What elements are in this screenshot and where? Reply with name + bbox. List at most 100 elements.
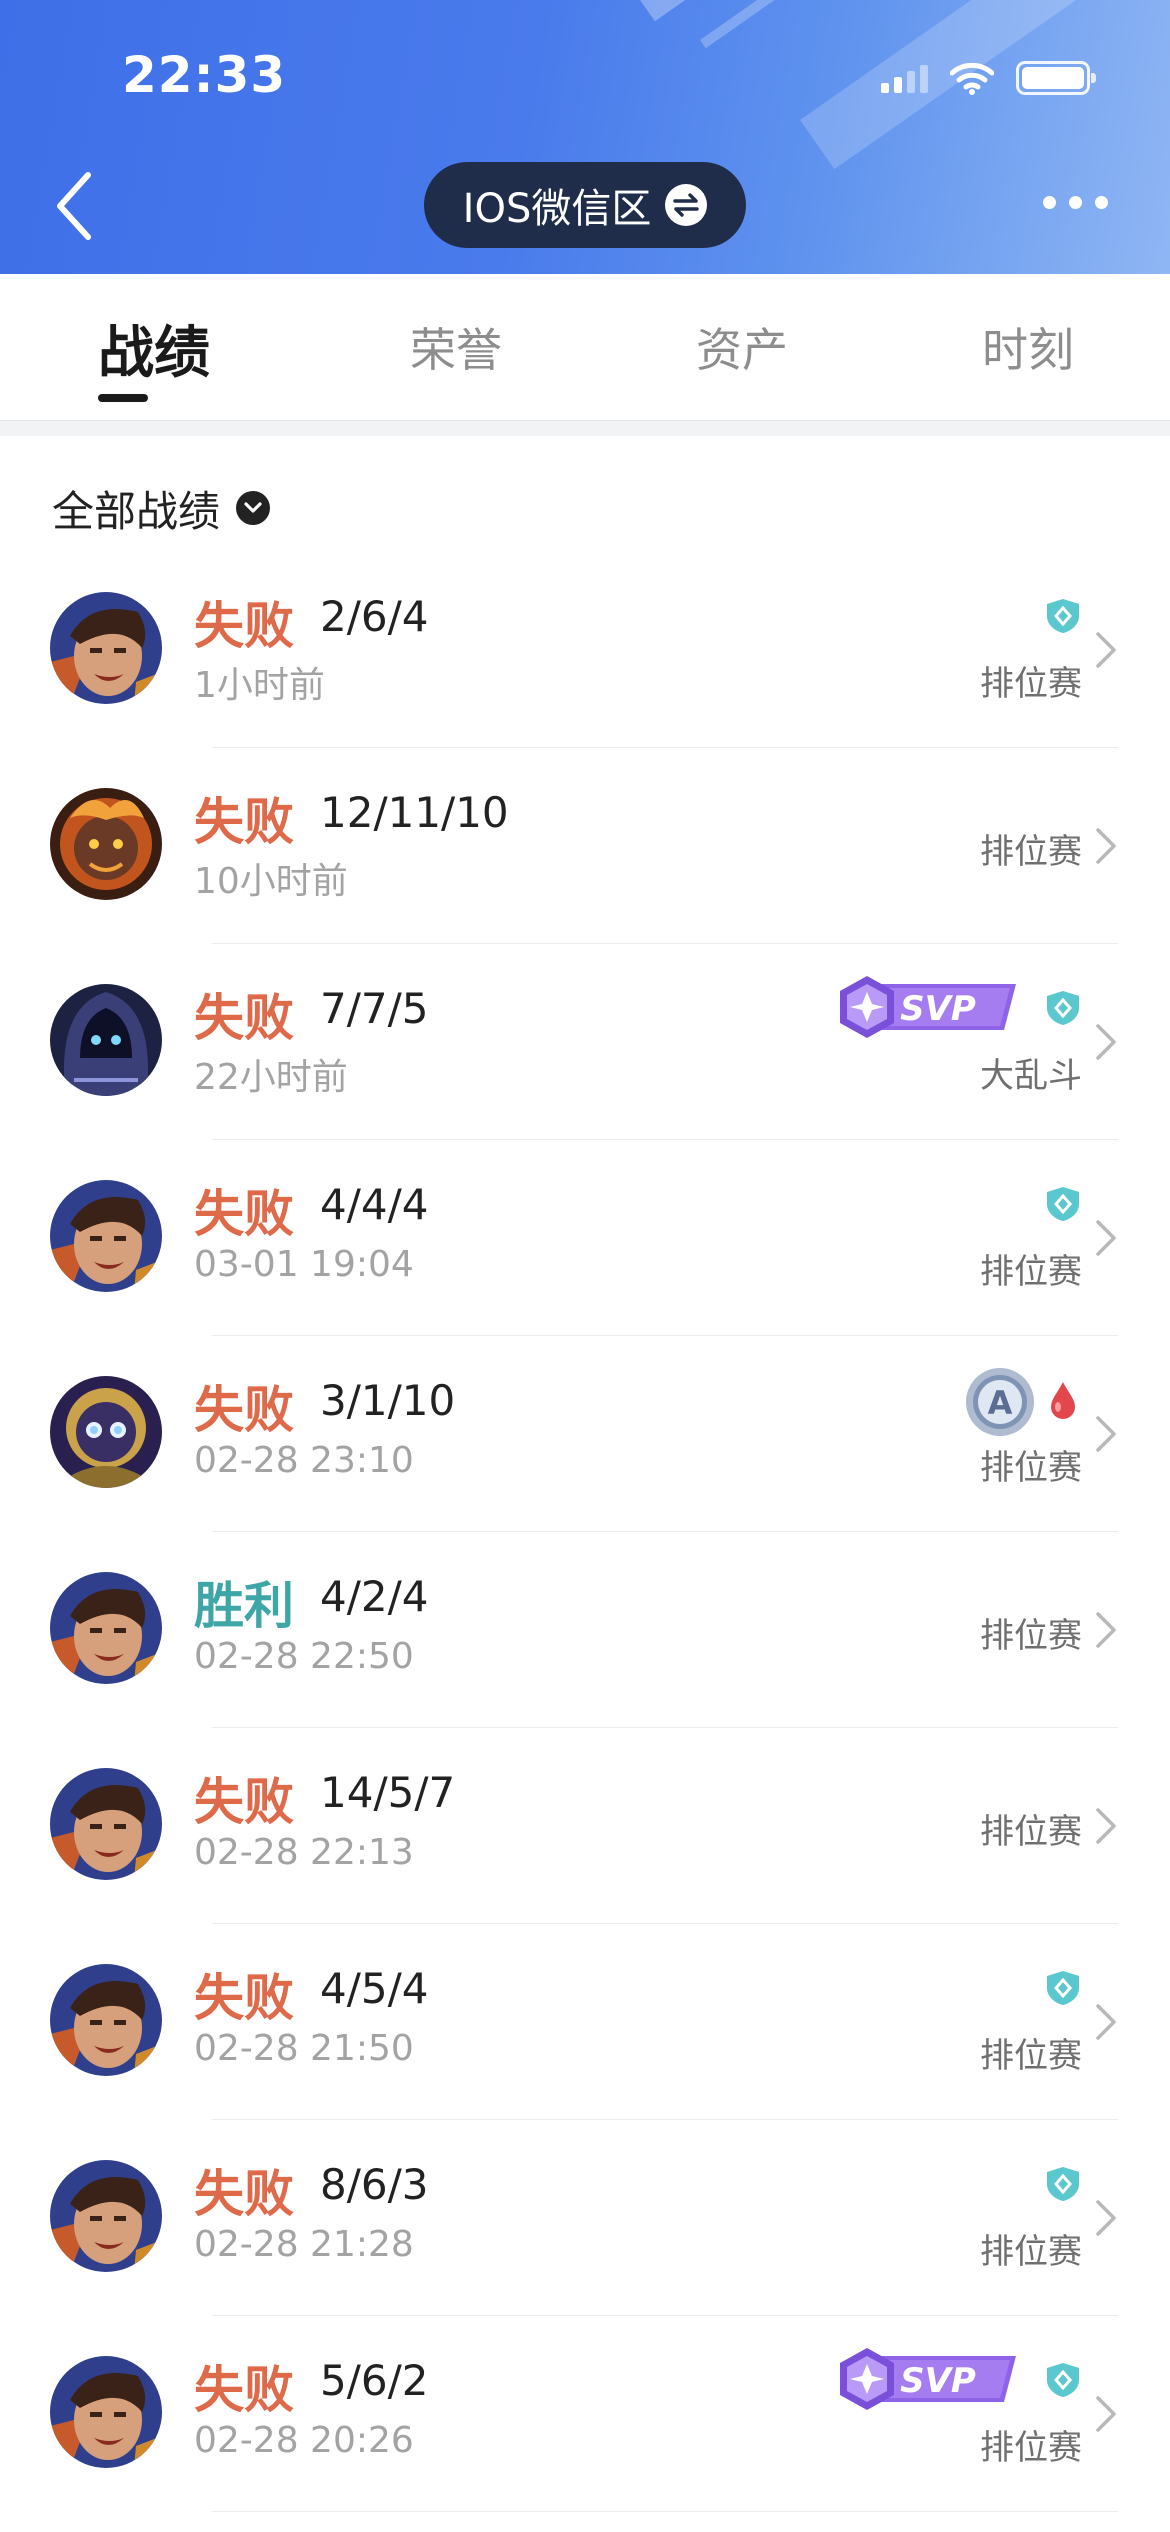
match-time: 02-28 22:13	[194, 1832, 414, 1873]
battery-icon	[1016, 61, 1096, 95]
match-kda: 2/6/4	[320, 592, 429, 641]
filter-label: 全部战绩	[52, 486, 221, 536]
section-divider	[0, 420, 1170, 436]
shield-badge-icon	[1046, 1186, 1080, 1222]
match-list: 失败 2/6/4 1小时前 排位赛 失败 12/11/10 10小时前 排位赛 失败 7/7/5 2…	[0, 552, 1170, 2512]
shield-badge-icon	[1046, 2166, 1080, 2202]
match-kda: 5/6/2	[320, 2356, 429, 2405]
match-result: 失败	[194, 597, 294, 655]
match-result: 胜利	[194, 1577, 294, 1635]
match-result: 失败	[194, 2361, 294, 2419]
match-mode: 排位赛	[980, 1252, 1082, 1292]
match-time: 03-01 19:04	[194, 1244, 414, 1285]
shield-badge-icon	[1046, 2362, 1080, 2398]
match-time: 02-28 23:10	[194, 1440, 414, 1481]
match-kda: 14/5/7	[320, 1768, 456, 1817]
top-header: 22:33 IOS微信区	[0, 0, 1170, 274]
match-mode: 排位赛	[980, 2428, 1082, 2468]
tab-moments[interactable]: 时刻	[982, 314, 1074, 380]
match-row[interactable]: 失败 4/5/4 02-28 21:50 排位赛	[0, 1924, 1170, 2120]
hero-warrior-icon	[50, 2160, 162, 2272]
match-row[interactable]: 失败 14/5/7 02-28 22:13 排位赛	[0, 1728, 1170, 1924]
record-filter-dropdown[interactable]: 全部战绩	[52, 476, 271, 540]
match-row[interactable]: 失败 8/6/3 02-28 21:28 排位赛	[0, 2120, 1170, 2316]
match-mode: 排位赛	[980, 2232, 1082, 2272]
match-kda: 12/11/10	[320, 788, 509, 837]
chevron-right-icon	[1092, 1218, 1120, 1258]
match-result: 失败	[194, 1773, 294, 1831]
a-rank-badge-icon: A	[964, 1366, 1036, 1438]
active-tab-indicator	[98, 394, 148, 402]
tab-honor[interactable]: 荣誉	[410, 314, 502, 380]
match-time: 02-28 22:50	[194, 1636, 414, 1677]
hero-warrior-icon	[50, 1964, 162, 2076]
match-time: 02-28 21:50	[194, 2028, 414, 2069]
back-button[interactable]	[44, 166, 104, 246]
dot	[1069, 196, 1082, 209]
svg-text:A: A	[988, 1384, 1013, 1422]
chevron-right-icon	[1092, 1806, 1120, 1846]
svp-badge-icon: SVP	[834, 974, 1016, 1040]
svp-badge-icon: SVP	[834, 2346, 1016, 2412]
match-result: 失败	[194, 1185, 294, 1243]
match-time: 22小时前	[194, 1057, 348, 1098]
match-mode: 排位赛	[980, 1616, 1082, 1656]
hero-warrior-icon	[50, 1768, 162, 1880]
match-row[interactable]: 失败 4/4/4 03-01 19:04 排位赛	[0, 1140, 1170, 1336]
chevron-right-icon	[1092, 1022, 1120, 1062]
match-row[interactable]: 失败 5/6/2 02-28 20:26 SVP 排位赛	[0, 2316, 1170, 2512]
chevron-right-icon	[1092, 630, 1120, 670]
hero-warrior-icon	[50, 592, 162, 704]
match-row[interactable]: 失败 3/1/10 02-28 23:10 A 排位赛	[0, 1336, 1170, 1532]
back-arrow-icon	[57, 172, 91, 240]
match-mode: 排位赛	[980, 1448, 1082, 1488]
match-row[interactable]: 失败 12/11/10 10小时前 排位赛	[0, 748, 1170, 944]
status-time: 22:33	[122, 46, 287, 104]
chevron-right-icon	[1092, 1610, 1120, 1650]
swap-icon	[665, 184, 708, 226]
match-row[interactable]: 胜利 4/2/4 02-28 22:50 排位赛	[0, 1532, 1170, 1728]
tab-assets[interactable]: 资产	[696, 314, 788, 380]
match-kda: 4/4/4	[320, 1180, 429, 1229]
chevron-right-icon	[1092, 2002, 1120, 2042]
shield-badge-icon	[1046, 1970, 1080, 2006]
match-mode: 大乱斗	[980, 1056, 1082, 1096]
more-options-button[interactable]	[1043, 196, 1108, 209]
shield-badge-icon	[1046, 990, 1080, 1026]
status-icons	[881, 58, 1096, 98]
tab-record[interactable]: 战绩	[98, 308, 210, 389]
match-result: 失败	[194, 2165, 294, 2223]
chevron-right-icon	[1092, 1414, 1120, 1454]
match-result: 失败	[194, 793, 294, 851]
dot	[1095, 196, 1108, 209]
match-mode: 排位赛	[980, 664, 1082, 704]
match-result: 失败	[194, 1381, 294, 1439]
match-row[interactable]: 失败 2/6/4 1小时前 排位赛	[0, 552, 1170, 748]
hero-warrior-icon	[50, 2356, 162, 2468]
row-divider	[212, 2511, 1118, 2512]
match-time: 10小时前	[194, 861, 348, 902]
signal-icon	[881, 63, 928, 93]
chevron-right-icon	[1092, 2394, 1120, 2434]
match-time: 1小时前	[194, 665, 325, 706]
tab-bar: 战绩 荣誉 资产 时刻	[0, 274, 1170, 420]
match-result: 失败	[194, 989, 294, 1047]
server-switch-button[interactable]: IOS微信区	[424, 162, 746, 248]
chevron-right-icon	[1092, 826, 1120, 866]
hero-flame-beast-icon	[50, 788, 162, 900]
svg-text:SVP: SVP	[900, 2361, 976, 2401]
match-kda: 4/2/4	[320, 1572, 429, 1621]
server-label: IOS微信区	[462, 186, 652, 232]
blood-drop-icon	[1048, 1380, 1078, 1420]
match-time: 02-28 20:26	[194, 2420, 414, 2461]
match-result: 失败	[194, 1969, 294, 2027]
match-row[interactable]: 失败 7/7/5 22小时前 SVP 大乱斗	[0, 944, 1170, 1140]
match-kda: 4/5/4	[320, 1964, 429, 2013]
chevron-down-icon	[236, 491, 271, 525]
match-kda: 7/7/5	[320, 984, 429, 1033]
match-mode: 排位赛	[980, 1812, 1082, 1852]
dot	[1043, 196, 1056, 209]
hero-warrior-icon	[50, 1180, 162, 1292]
hero-hooded-icon	[50, 984, 162, 1096]
chevron-right-icon	[1092, 2198, 1120, 2238]
